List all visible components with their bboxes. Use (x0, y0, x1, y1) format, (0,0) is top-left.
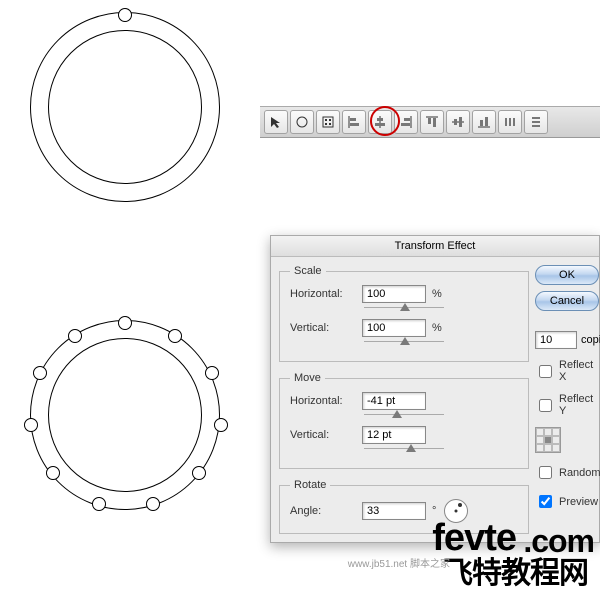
align-left-icon[interactable] (342, 110, 366, 134)
transform-effect-dialog: Transform Effect Scale Horizontal: % Ver… (270, 235, 600, 543)
scale-legend: Scale (290, 265, 326, 277)
scale-v-slider[interactable] (364, 339, 444, 349)
origin-grid[interactable] (535, 427, 561, 453)
move-v-label: Vertical: (290, 429, 362, 441)
ring-inner-top (48, 30, 202, 184)
bead (118, 316, 132, 330)
rotate-angle-unit: ° (432, 505, 436, 517)
bead (24, 418, 38, 432)
align-right-icon[interactable] (394, 110, 418, 134)
move-group: Move Horizontal: Vertical: (279, 372, 529, 469)
align-vcenter-icon[interactable] (446, 110, 470, 134)
bead (92, 497, 106, 511)
align-bottom-icon[interactable] (472, 110, 496, 134)
scale-v-unit: % (432, 322, 442, 334)
reflect-y-checkbox[interactable] (539, 399, 552, 412)
reflect-x-checkbox[interactable] (539, 365, 552, 378)
bead (146, 497, 160, 511)
bead (192, 466, 206, 480)
ring-inner-bottom (48, 338, 202, 492)
move-v-input[interactable] (362, 426, 426, 444)
align-toolbar (260, 106, 600, 138)
scale-v-label: Vertical: (290, 322, 362, 334)
random-checkbox[interactable] (539, 466, 552, 479)
reflect-x-label: Reflect X (559, 359, 599, 383)
copies-input[interactable] (535, 331, 577, 349)
bead-top-single (118, 8, 132, 22)
bead (68, 329, 82, 343)
selection-tool-icon[interactable] (264, 110, 288, 134)
distribute-v-icon[interactable] (524, 110, 548, 134)
move-h-label: Horizontal: (290, 395, 362, 407)
rotate-angle-label: Angle: (290, 505, 362, 517)
scale-h-unit: % (432, 288, 442, 300)
ok-button[interactable]: OK (535, 265, 599, 285)
dialog-title: Transform Effect (271, 236, 599, 257)
preview-label: Preview (559, 496, 598, 508)
bead (205, 366, 219, 380)
rotate-legend: Rotate (290, 479, 330, 491)
bead (46, 466, 60, 480)
scale-v-input[interactable] (362, 319, 426, 337)
canvas-area (0, 0, 260, 600)
move-h-input[interactable] (362, 392, 426, 410)
move-legend: Move (290, 372, 325, 384)
align-top-icon[interactable] (420, 110, 444, 134)
cancel-button[interactable]: Cancel (535, 291, 599, 311)
bead (214, 418, 228, 432)
watermark-sub: www.jb51.net 脚本之家 (348, 555, 450, 570)
scale-h-slider[interactable] (364, 305, 444, 315)
align-panel-icon[interactable] (316, 110, 340, 134)
move-v-slider[interactable] (364, 446, 444, 456)
scale-group: Scale Horizontal: % Vertical: % (279, 265, 529, 362)
rotate-angle-input[interactable] (362, 502, 426, 520)
random-label: Random (559, 467, 600, 479)
move-h-slider[interactable] (364, 412, 444, 422)
copies-label: copies (581, 334, 600, 346)
scale-h-input[interactable] (362, 285, 426, 303)
scale-h-label: Horizontal: (290, 288, 362, 300)
bead (168, 329, 182, 343)
bead (33, 366, 47, 380)
preview-checkbox[interactable] (539, 495, 552, 508)
watermark-line2: 飞特教程网 (443, 548, 588, 592)
align-hcenter-icon[interactable] (368, 110, 392, 134)
direct-select-icon[interactable] (290, 110, 314, 134)
distribute-h-icon[interactable] (498, 110, 522, 134)
reflect-y-label: Reflect Y (559, 393, 599, 417)
